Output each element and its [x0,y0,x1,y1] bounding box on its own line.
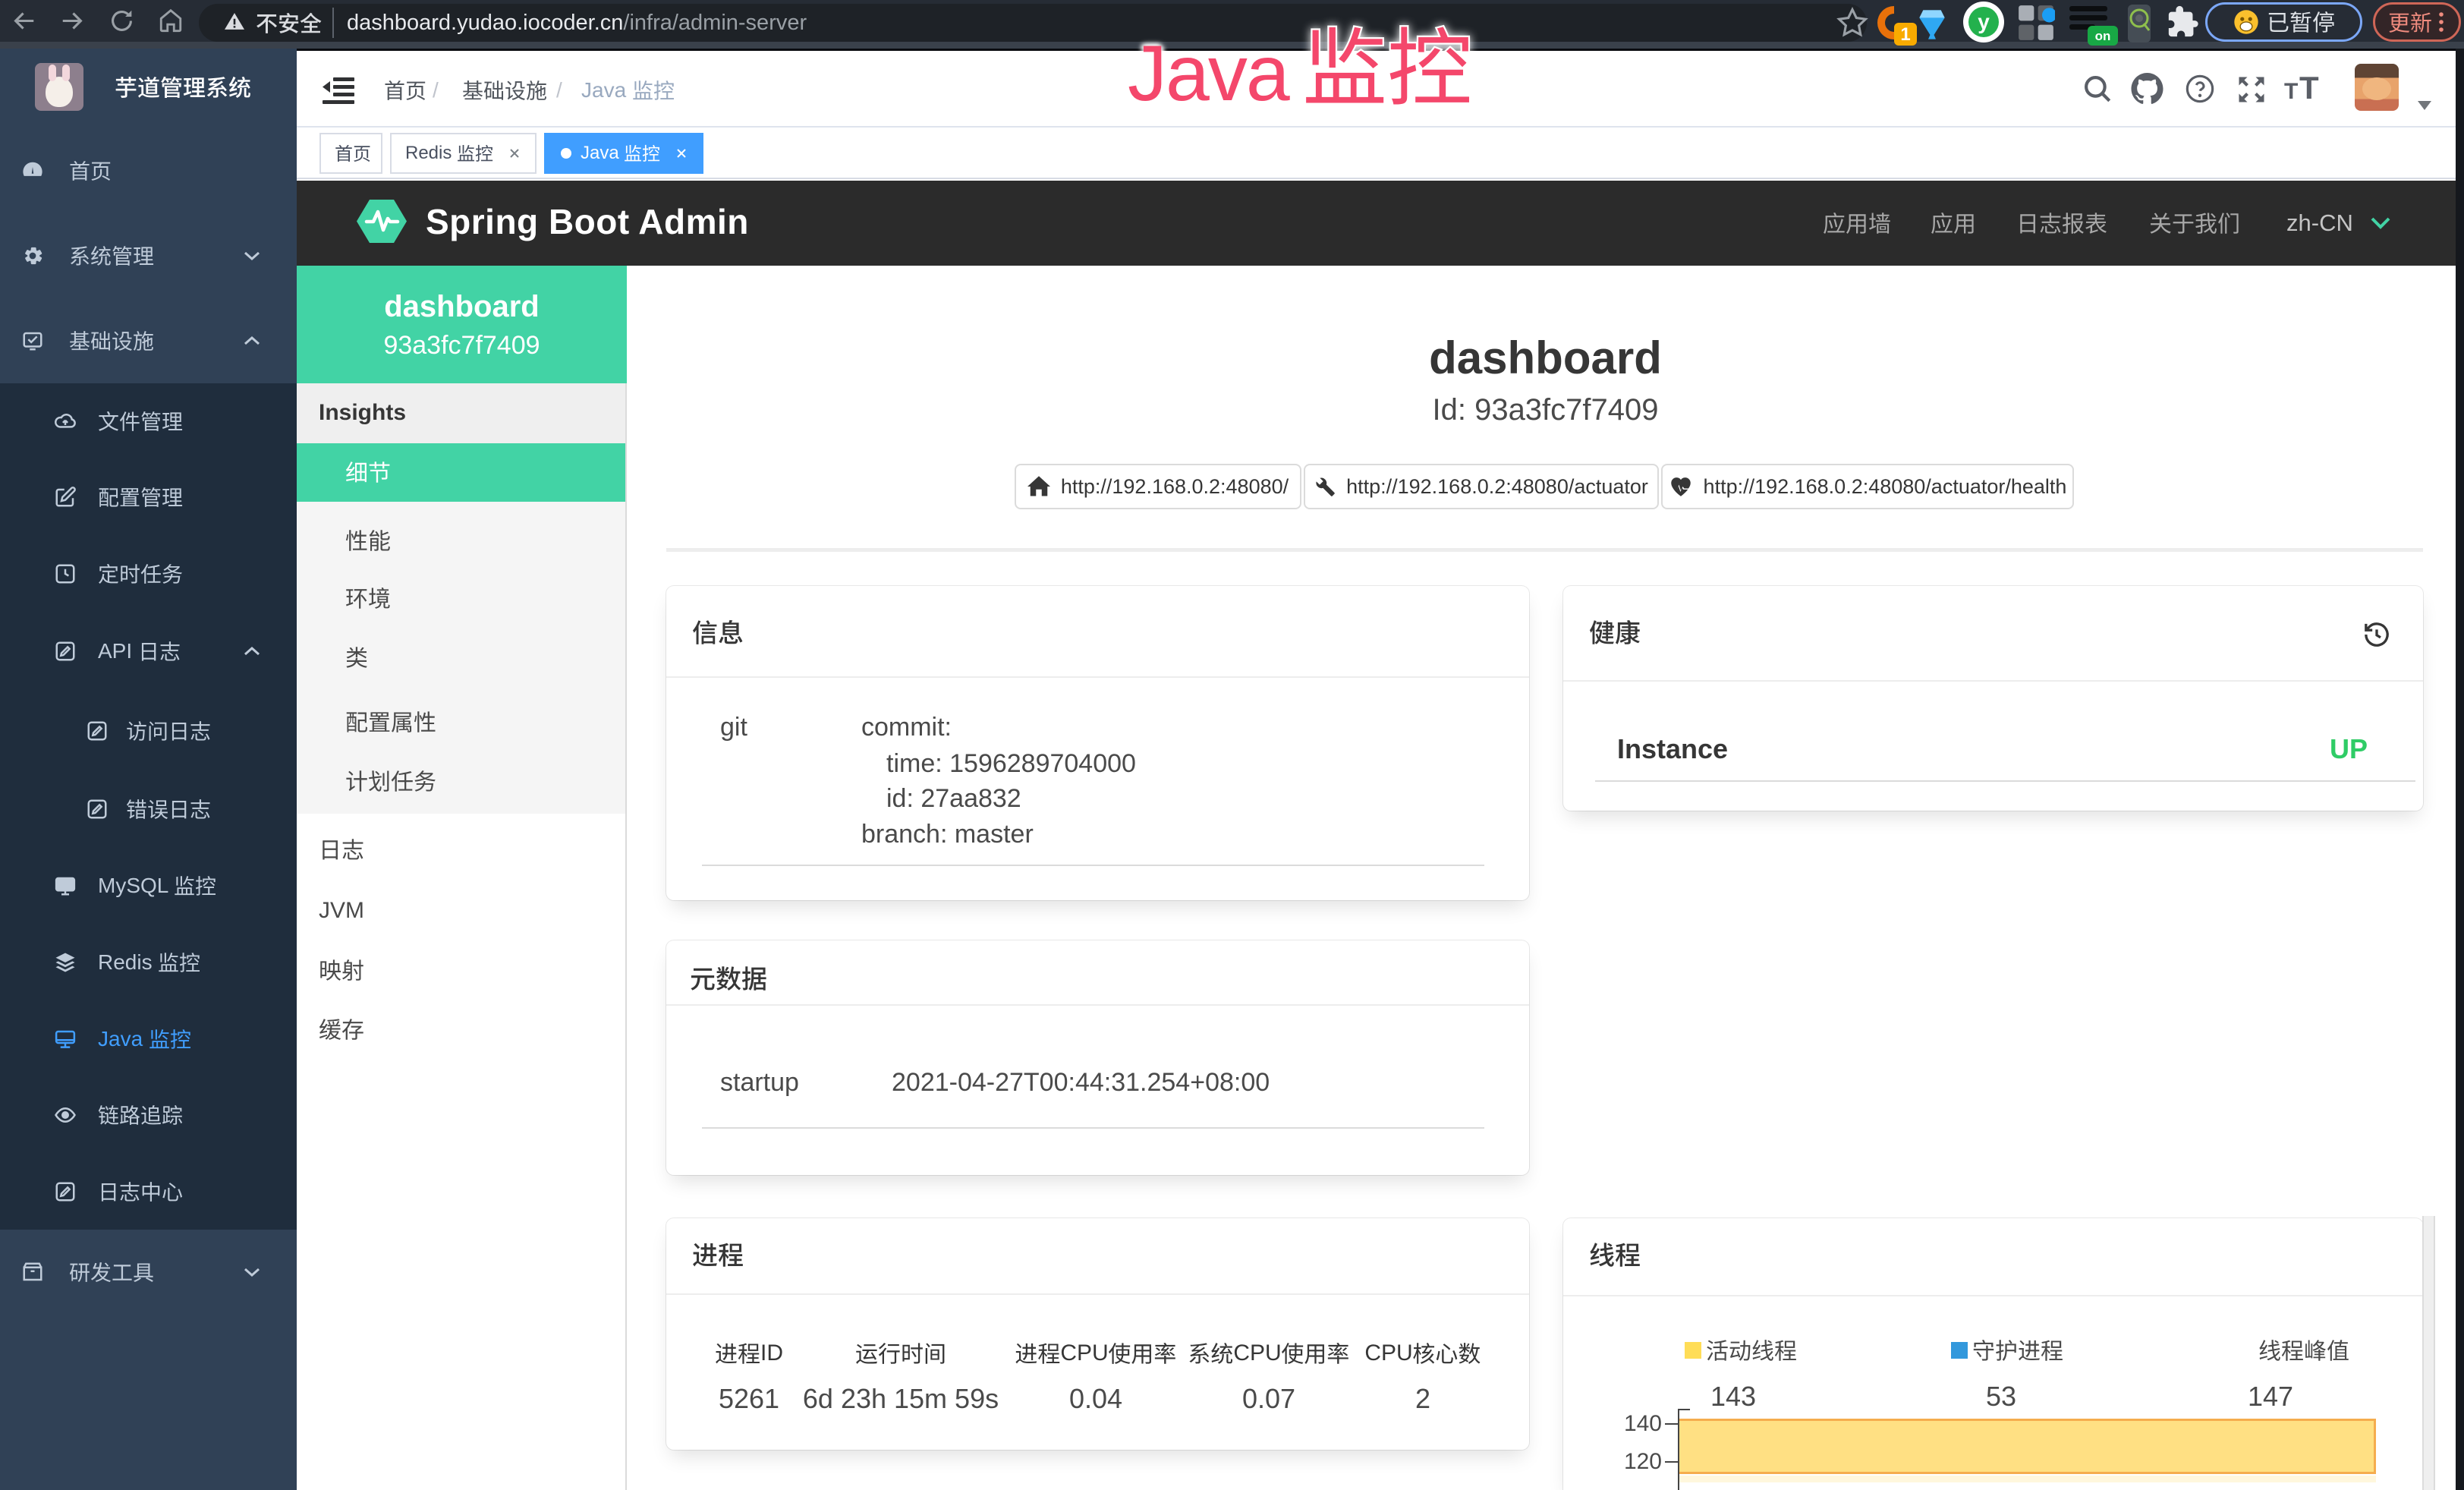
svg-text:on: on [2095,29,2111,43]
svg-text:y: y [1978,10,1990,33]
svg-text:1: 1 [1900,24,1910,45]
